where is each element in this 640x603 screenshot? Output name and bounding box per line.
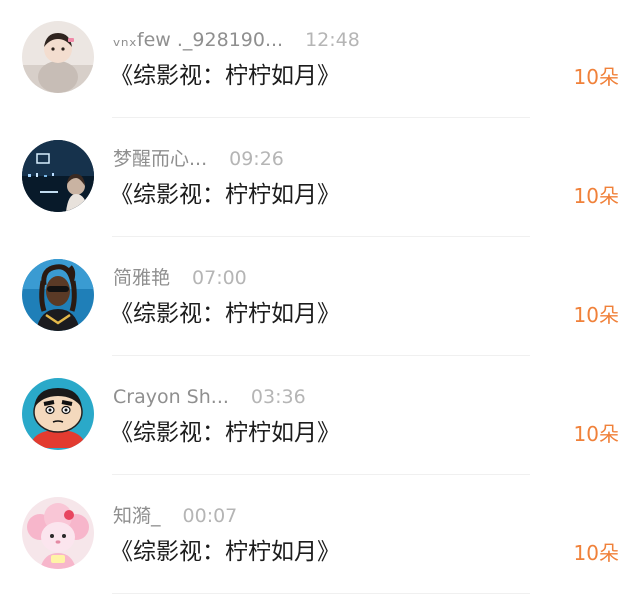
username[interactable]: 梦醒而心... bbox=[113, 148, 207, 170]
comment-row[interactable]: 知漪_ 00:07 《综影视：柠柠如月》 10朵 bbox=[0, 476, 640, 595]
avatar[interactable] bbox=[22, 497, 94, 569]
comment-row[interactable]: 简雅艳 07:00 《综影视：柠柠如月》 10朵 bbox=[0, 238, 640, 357]
gift-count: 10朵 bbox=[573, 422, 619, 446]
comment-meta: 简雅艳 07:00 bbox=[113, 265, 247, 291]
username[interactable]: 知漪_ bbox=[113, 505, 161, 527]
timestamp: 03:36 bbox=[250, 386, 306, 408]
comment-meta: 知漪_ 00:07 bbox=[113, 503, 237, 529]
comment-list: ᵥₙₓfew ._928190... 12:48 《综影视：柠柠如月》 10朵 bbox=[0, 0, 640, 603]
avatar[interactable] bbox=[22, 259, 94, 331]
avatar[interactable] bbox=[22, 21, 94, 93]
gift-count: 10朵 bbox=[573, 303, 619, 327]
gift-count: 10朵 bbox=[573, 184, 619, 208]
divider bbox=[112, 117, 530, 118]
avatar[interactable] bbox=[22, 378, 94, 450]
timestamp: 07:00 bbox=[192, 267, 247, 289]
timestamp: 12:48 bbox=[305, 29, 360, 51]
comment-text: 《综影视：柠柠如月》 bbox=[110, 63, 340, 89]
username[interactable]: ᵥₙₓfew ._928190... bbox=[113, 29, 283, 51]
divider bbox=[112, 236, 530, 237]
gift-count: 10朵 bbox=[573, 541, 619, 565]
timestamp: 00:07 bbox=[182, 505, 238, 527]
gift-count: 10朵 bbox=[573, 65, 619, 89]
comment-meta: Crayon Sh... 03:36 bbox=[113, 384, 306, 410]
comment-row[interactable]: 梦醒而心... 09:26 《综影视：柠柠如月》 10朵 bbox=[0, 119, 640, 238]
comment-meta: ᵥₙₓfew ._928190... 12:48 bbox=[113, 27, 360, 53]
divider bbox=[112, 593, 530, 594]
comment-row[interactable]: Crayon Sh... 03:36 《综影视：柠柠如月》 10朵 bbox=[0, 357, 640, 476]
divider bbox=[112, 474, 530, 475]
comment-text: 《综影视：柠柠如月》 bbox=[110, 420, 340, 446]
comment-text: 《综影视：柠柠如月》 bbox=[110, 301, 340, 327]
comment-meta: 梦醒而心... 09:26 bbox=[113, 146, 284, 172]
timestamp: 09:26 bbox=[229, 148, 284, 170]
comment-text: 《综影视：柠柠如月》 bbox=[110, 182, 340, 208]
comment-row[interactable]: ᵥₙₓfew ._928190... 12:48 《综影视：柠柠如月》 10朵 bbox=[0, 0, 640, 119]
comment-text: 《综影视：柠柠如月》 bbox=[110, 539, 340, 565]
username[interactable]: Crayon Sh... bbox=[113, 386, 229, 408]
username[interactable]: 简雅艳 bbox=[113, 267, 170, 289]
divider bbox=[112, 355, 530, 356]
avatar[interactable] bbox=[22, 140, 94, 212]
